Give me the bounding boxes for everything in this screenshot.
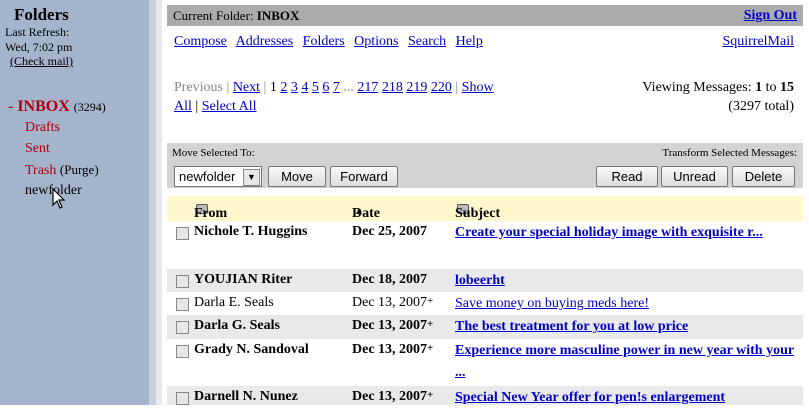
table-row[interactable]: Darla G. Seals Dec 13, 2007+ The best tr… xyxy=(167,315,803,339)
pager-page[interactable]: 4 xyxy=(301,80,308,95)
folder-drafts[interactable]: Drafts xyxy=(25,120,60,136)
check-mail-link[interactable]: (Check mail) xyxy=(10,54,73,68)
nav-options[interactable]: Options xyxy=(354,34,398,49)
nav-folders[interactable]: Folders xyxy=(303,34,345,49)
pager-show-all[interactable]: Show xyxy=(462,80,494,95)
dropdown-arrow-icon[interactable]: ▼ xyxy=(243,169,260,186)
row-subject[interactable]: Save money on buying meds here! xyxy=(455,293,799,315)
folder-header-bar: Current Folder: INBOX Sign Out xyxy=(167,5,803,26)
row-checkbox[interactable] xyxy=(176,321,189,334)
folders-title: Folders xyxy=(14,5,69,24)
row-subject[interactable]: The best treatment for you at low price xyxy=(455,316,799,338)
col-from-header[interactable]: From xyxy=(194,201,227,221)
inbox-count: (3294) xyxy=(73,100,106,114)
sign-out-link[interactable]: Sign Out xyxy=(744,8,797,24)
pager-all[interactable]: All xyxy=(174,99,192,114)
folder-trash[interactable]: Trash (Purge) xyxy=(25,162,99,179)
move-selected-label: Move Selected To: xyxy=(172,147,255,159)
read-button[interactable]: Read xyxy=(596,166,658,187)
nav-search[interactable]: Search xyxy=(408,34,446,49)
purge-link[interactable]: (Purge) xyxy=(60,162,99,177)
row-date: Dec 18, 2007 xyxy=(352,272,428,287)
pager-current: 1 xyxy=(269,80,277,95)
table-row[interactable]: YOUJIAN Riter Dec 18, 2007 lobeerht xyxy=(167,269,803,292)
col-subject-header[interactable]: Subject xyxy=(455,201,500,221)
row-subject[interactable]: Experience more masculine power in new y… xyxy=(455,340,799,384)
inbox-prefix: - xyxy=(8,98,18,115)
row-from: Darnell N. Nunez xyxy=(194,389,298,404)
trash-label[interactable]: Trash xyxy=(25,163,56,178)
row-date: Dec 13, 2007+ xyxy=(352,295,434,310)
pane-divider[interactable] xyxy=(149,0,156,405)
nav-help[interactable]: Help xyxy=(456,34,483,49)
table-row[interactable]: Grady N. Sandoval Dec 13, 2007+ Experien… xyxy=(167,339,803,386)
pager-page[interactable]: 3 xyxy=(291,80,298,95)
row-checkbox[interactable] xyxy=(176,345,189,358)
main-nav: Compose Addresses Folders Options Search… xyxy=(174,34,489,50)
row-checkbox[interactable] xyxy=(176,392,189,405)
nav-addresses[interactable]: Addresses xyxy=(236,34,294,49)
pager-page[interactable]: 220 xyxy=(431,80,452,95)
pager-page[interactable]: 5 xyxy=(312,80,319,95)
pagination-line-2: All | Select All xyxy=(174,99,257,114)
last-refresh-label: Last Refresh: xyxy=(5,25,70,39)
squirrelmail-link[interactable]: SquirrelMail xyxy=(722,34,794,50)
folder-sent[interactable]: Sent xyxy=(25,141,50,157)
row-subject[interactable]: Special New Year offer for pen!s enlarge… xyxy=(455,387,799,409)
pager-page[interactable]: 6 xyxy=(322,80,329,95)
current-folder: Current Folder: INBOX xyxy=(173,8,300,23)
last-refresh-time: Wed, 7:02 pm xyxy=(5,40,73,54)
message-list-pane: Current Folder: INBOX Sign Out Compose A… xyxy=(162,0,809,405)
move-folder-value: newfolder xyxy=(179,169,236,184)
inbox-label[interactable]: INBOX xyxy=(17,98,69,115)
row-from: YOUJIAN Riter xyxy=(194,272,293,287)
table-row[interactable]: Nichole T. Huggins Dec 25, 2007 Create y… xyxy=(167,221,803,269)
select-all-link[interactable]: Select All xyxy=(202,99,257,114)
total-messages: (3297 total) xyxy=(728,99,794,114)
transform-label: Transform Selected Messages: xyxy=(662,147,797,159)
pager-previous: Previous xyxy=(174,80,223,95)
row-from: Nichole T. Huggins xyxy=(194,224,308,239)
unread-button[interactable]: Unread xyxy=(661,166,728,187)
viewing-messages: Viewing Messages: 1 to 15 xyxy=(642,80,794,95)
pager-ellipsis: ... xyxy=(343,80,354,95)
folder-inbox[interactable]: - INBOX (3294) xyxy=(8,98,106,116)
row-checkbox[interactable] xyxy=(176,275,189,288)
table-row[interactable]: Darnell N. Nunez Dec 13, 2007+ Special N… xyxy=(167,386,803,405)
table-row[interactable]: Darla E. Seals Dec 13, 2007+ Save money … xyxy=(167,292,803,315)
row-date: Dec 13, 2007+ xyxy=(352,318,434,333)
pager-page[interactable]: 7 xyxy=(333,80,340,95)
pager-page[interactable]: 218 xyxy=(382,80,403,95)
row-subject[interactable]: Create your special holiday image with e… xyxy=(455,222,799,244)
row-date: Dec 25, 2007 xyxy=(352,224,428,239)
row-date: Dec 13, 2007+ xyxy=(352,342,434,357)
forward-button[interactable]: Forward xyxy=(330,166,398,187)
row-date: Dec 13, 2007+ xyxy=(352,389,434,404)
pager-page[interactable]: 2 xyxy=(280,80,287,95)
row-from: Darla E. Seals xyxy=(194,295,274,310)
pager-page[interactable]: 217 xyxy=(357,80,378,95)
pager-next[interactable]: Next xyxy=(233,80,260,95)
sort-ascending-icon[interactable]: ▲ xyxy=(354,206,364,217)
row-subject[interactable]: lobeerht xyxy=(455,270,799,292)
mouse-pointer-icon xyxy=(52,188,66,209)
pager-page[interactable]: 219 xyxy=(406,80,427,95)
move-button[interactable]: Move xyxy=(268,166,326,187)
pagination: Previous | Next | 1 2 3 4 5 6 7 ... 217 … xyxy=(174,80,494,95)
row-from: Darla G. Seals xyxy=(194,318,280,333)
folder-pane: Folders Last Refresh: Wed, 7:02 pm (Chec… xyxy=(0,0,149,405)
nav-compose[interactable]: Compose xyxy=(174,34,227,49)
row-checkbox[interactable] xyxy=(176,227,189,240)
row-from: Grady N. Sandoval xyxy=(194,342,309,357)
move-folder-select[interactable]: newfolder ▼ xyxy=(174,166,262,187)
delete-button[interactable]: Delete xyxy=(732,166,795,187)
row-checkbox[interactable] xyxy=(176,298,189,311)
table-header: From Date ▲ Subject xyxy=(167,196,803,221)
